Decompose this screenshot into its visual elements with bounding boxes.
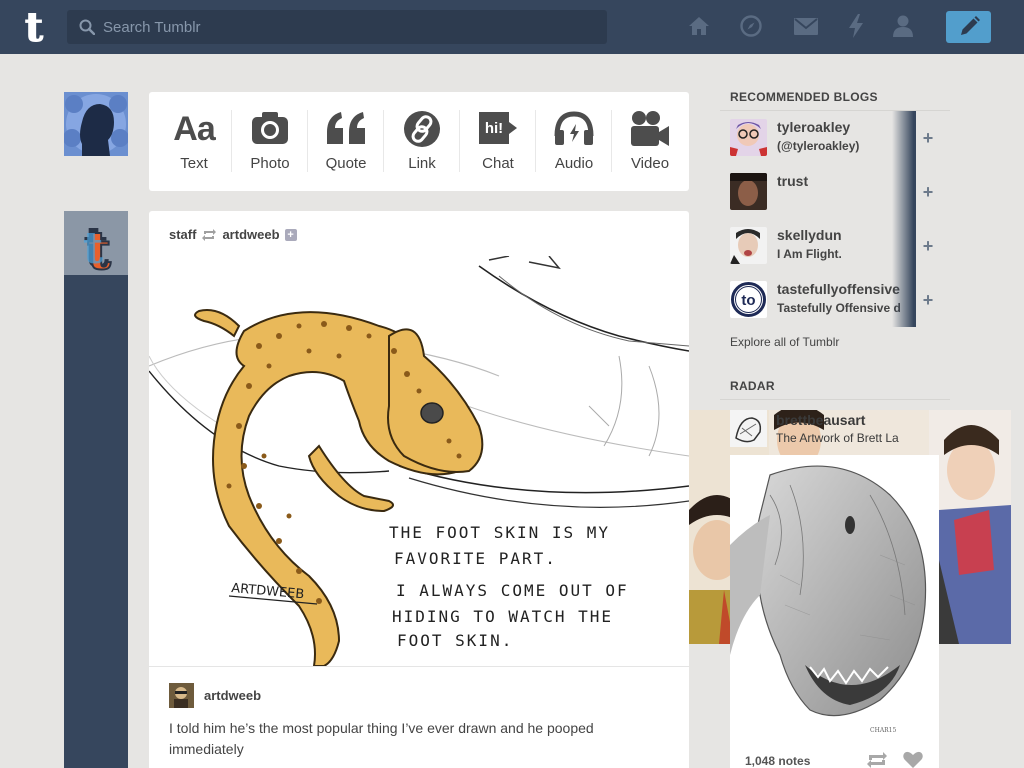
divider (892, 165, 916, 219)
blog-name: tastefullyoffensive (777, 281, 900, 297)
post-avatar-rail (64, 211, 128, 768)
caption-username[interactable]: artdweeb (204, 688, 261, 703)
recommended-blog[interactable]: to tastefullyoffensive Tastefully Offens… (730, 273, 940, 331)
post-type-photo[interactable]: Photo (232, 92, 308, 191)
dashboard-post: staff artdweeb + ARTDWEEB THE FOOT SKIN … (149, 211, 689, 768)
divider (892, 219, 916, 273)
explore-icon[interactable] (740, 15, 762, 37)
svg-text:FOOT SKIN.: FOOT SKIN. (397, 631, 513, 650)
inbox-icon[interactable] (794, 18, 818, 35)
follow-source-button[interactable]: + (284, 228, 297, 241)
svg-text:to: to (741, 292, 755, 309)
divider (149, 666, 689, 667)
staff-avatar[interactable]: t t t (64, 211, 128, 283)
top-navigation-bar: t (0, 0, 1024, 54)
post-type-composer: Aa Text Photo Quote Link hi! Chat Audio … (149, 92, 689, 191)
recommended-blogs-heading: RECOMMENDED BLOGS (730, 90, 878, 104)
post-type-chat[interactable]: hi! Chat (460, 92, 536, 191)
blog-name: tyleroakley (777, 119, 851, 135)
svg-text:t: t (83, 223, 104, 274)
radar-heading: RADAR (730, 379, 775, 393)
radar-post[interactable]: CHAR15 (730, 455, 939, 768)
activity-icon[interactable] (848, 14, 864, 38)
post-type-label: Chat (482, 155, 514, 172)
blog-avatar: to (730, 281, 767, 318)
camera-icon (252, 112, 288, 144)
post-type-link[interactable]: Link (384, 92, 460, 191)
post-type-label: Quote (325, 155, 367, 172)
recommended-blog[interactable]: trust + (730, 165, 940, 223)
blog-name: skellydun (777, 227, 842, 243)
blog-name: trust (777, 173, 809, 189)
quote-icon (327, 112, 365, 144)
svg-text:I ALWAYS COME OUT OF: I ALWAYS COME OUT OF (396, 581, 629, 600)
video-camera-icon (631, 111, 669, 146)
radar-blog-avatar[interactable] (730, 410, 767, 447)
blog-avatar (730, 227, 767, 264)
svg-text:HIDING TO WATCH THE: HIDING TO WATCH THE (392, 607, 613, 626)
notes-count[interactable]: 1,048 notes (745, 754, 810, 768)
headphones-icon (554, 111, 594, 145)
reblog-icon[interactable] (866, 752, 888, 768)
post-type-label: Audio (554, 155, 594, 172)
follow-button[interactable]: + (916, 111, 940, 165)
post-caption: I told him he’s the most popular thing I… (169, 720, 594, 757)
account-icon[interactable] (893, 15, 913, 37)
post-type-label: Photo (250, 155, 290, 172)
search-input[interactable] (103, 10, 593, 44)
radar-blog-name[interactable]: brettbeausart (776, 412, 865, 428)
reblogger-name[interactable]: staff (169, 227, 196, 242)
link-icon (404, 111, 440, 147)
post-type-video[interactable]: Video (612, 92, 688, 191)
pencil-icon (961, 16, 980, 35)
post-type-audio[interactable]: Audio (536, 92, 612, 191)
svg-text:hi!: hi! (485, 120, 503, 137)
post-type-label: Link (408, 155, 436, 172)
post-type-text[interactable]: Aa Text (156, 92, 232, 191)
follow-button[interactable]: + (916, 219, 940, 273)
divider (892, 273, 916, 327)
reblog-icon (202, 228, 217, 241)
divider (892, 111, 916, 165)
svg-text:CHAR15: CHAR15 (870, 727, 896, 734)
divider (720, 399, 950, 400)
explore-link[interactable]: Explore all of Tumblr (730, 335, 839, 349)
like-heart-icon[interactable] (903, 751, 923, 768)
radar-post-image: CHAR15 (730, 455, 939, 737)
recommended-blog[interactable]: tyleroakley (@tyleroakley) + (730, 111, 940, 169)
post-type-label: Video (630, 155, 670, 172)
follow-button[interactable]: + (916, 165, 940, 219)
source-blog-name[interactable]: artdweeb (222, 227, 279, 242)
recommended-blog[interactable]: skellydun I Am Flight. + (730, 219, 940, 277)
compose-button[interactable] (946, 11, 991, 43)
tumblr-logo[interactable]: t (15, 4, 53, 52)
post-photo-gecko[interactable]: ARTDWEEB THE FOOT SKIN IS MY FAVORITE PA… (149, 256, 689, 666)
svg-text:THE FOOT SKIN IS MY: THE FOOT SKIN IS MY (389, 523, 610, 542)
search-icon (79, 19, 95, 35)
post-header: staff artdweeb + (169, 227, 297, 242)
text-icon: Aa (173, 110, 215, 148)
post-type-label: Text (180, 155, 208, 172)
chat-icon: hi! (479, 112, 517, 144)
svg-text:FAVORITE PART.: FAVORITE PART. (394, 549, 557, 568)
follow-button[interactable]: + (916, 273, 940, 327)
blog-avatar (730, 119, 767, 156)
artdweeb-avatar[interactable] (169, 683, 194, 708)
svg-text:t: t (25, 7, 44, 47)
radar-blog-description: The Artwork of Brett La (776, 431, 899, 445)
search-box[interactable] (67, 10, 607, 44)
blog-avatar (730, 173, 767, 210)
post-type-quote[interactable]: Quote (308, 92, 384, 191)
home-icon[interactable] (688, 15, 710, 37)
user-avatar[interactable] (64, 92, 128, 156)
